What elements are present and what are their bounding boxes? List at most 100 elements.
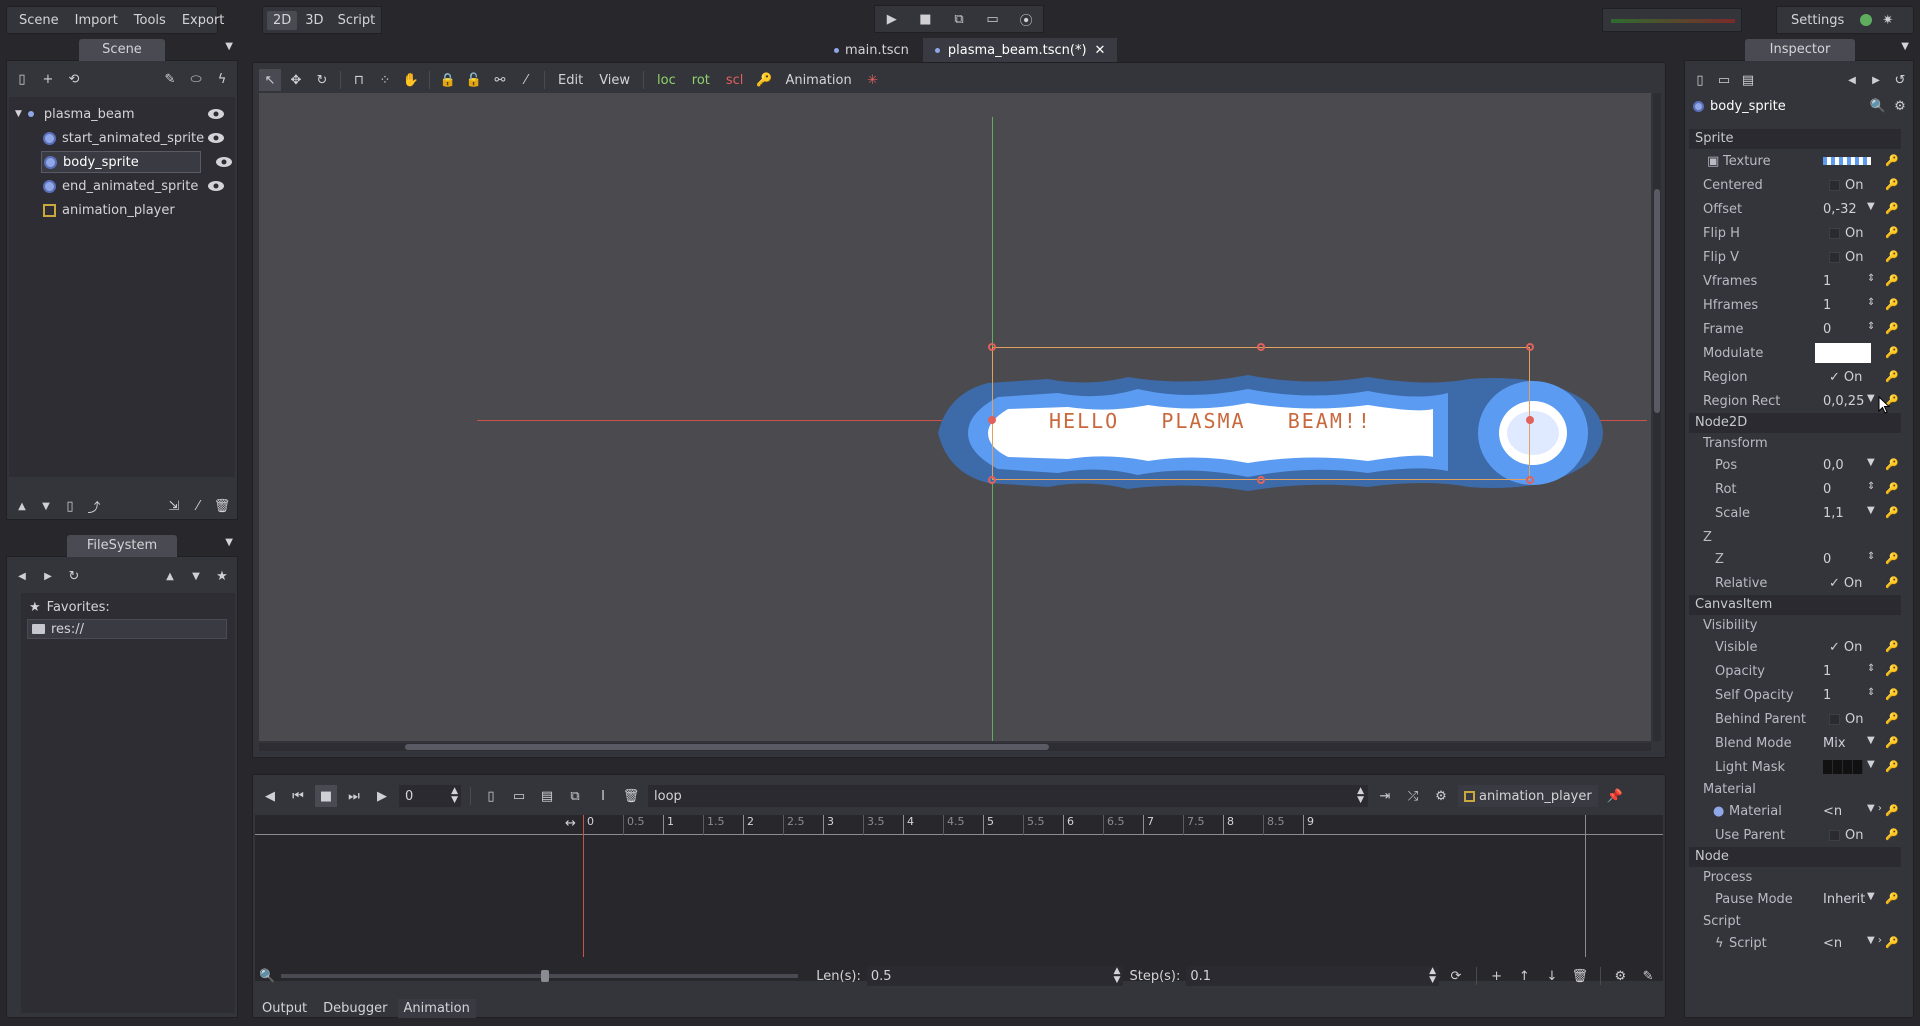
prop-vframes[interactable]: Vframes 1 ⇕ 🔑 [1689,271,1901,293]
use-parent-checkbox[interactable]: On [1829,828,1863,843]
selection-handle-bm[interactable] [1257,476,1265,484]
selection-handle-tr[interactable] [1526,343,1534,351]
visibility-eye-icon[interactable] [215,156,233,168]
key-icon[interactable]: 🔑 [1885,576,1899,589]
animation-tools-icon[interactable]: ⚙ [1430,785,1452,807]
visible-checkbox[interactable]: ✓ On [1829,640,1862,655]
track-up-icon[interactable]: ↑ [1513,965,1535,987]
selection-handle-br[interactable] [1526,476,1534,484]
down-icon[interactable]: ▼ [185,565,207,587]
viewport-v-scrollbar[interactable] [1653,93,1661,741]
script-icon[interactable]: ⁄ [187,495,209,517]
inspector-tab[interactable]: Inspector [1745,39,1855,61]
section-canvasitem[interactable]: CanvasItem [1689,595,1901,615]
key-icon[interactable]: 🔑 [1885,936,1899,949]
group-transform[interactable]: Transform [1689,433,1901,455]
key-icon[interactable]: 🔑 [1885,482,1899,495]
stop-animation-icon[interactable]: ■ [315,785,337,807]
zoom-slider[interactable] [281,970,799,982]
section-node[interactable]: Node [1689,847,1901,867]
prop-texture[interactable]: ▣ Texture 🔑 [1689,151,1901,173]
key-icon[interactable]: 🔑 [1885,226,1899,239]
prop-scale[interactable]: Scale 1,1 ▼ 🔑 [1689,503,1901,525]
hframes-value[interactable]: 1 [1823,298,1831,313]
canvas-2d[interactable]: HELLO PLASMA BEAM!! [259,93,1651,741]
prop-region[interactable]: Region ✓ On 🔑 [1689,367,1901,389]
move-tool-icon[interactable]: ✥ [285,69,307,91]
menu-scene[interactable]: Scene [13,11,65,30]
selection-handle-ml[interactable] [988,416,996,424]
key-rot-toggle[interactable]: rot [686,71,716,90]
spin-arrows-icon[interactable]: ▲ ▼ [451,787,458,805]
track-down-icon[interactable]: ↓ [1541,965,1563,987]
snap-icon[interactable]: ⁘ [374,69,396,91]
res-folder-row[interactable]: res:// [27,619,227,639]
instance-scene-icon[interactable]: ⟲ [63,68,85,90]
self-opacity-value[interactable]: 1 [1823,688,1831,703]
visibility-eye-icon[interactable] [207,132,225,144]
add-node-icon[interactable]: + [37,68,59,90]
prop-centered[interactable]: Centered On 🔑 [1689,175,1901,197]
spin-arrows-icon[interactable]: ▲ ▼ [1114,967,1121,985]
history-icon[interactable]: ↺ [1889,69,1911,91]
group-z[interactable]: Z [1689,527,1901,549]
ungroup-icon[interactable]: ⁄ [515,69,537,91]
key-icon[interactable]: 🔑 [1885,736,1899,749]
timeline[interactable]: ↔ 0 0.5 1 1.5 2 2.5 3 3.5 4 4.5 5 5.5 6 … [255,815,1663,981]
collapse-arrow-icon[interactable]: ▼ [15,109,22,119]
filesystem-menu-icon[interactable]: ▼ [225,537,233,548]
v-scrollbar-thumb[interactable] [1654,189,1660,413]
dropdown-arrow-icon[interactable]: ▼ [1867,393,1875,404]
blend-times-icon[interactable]: ⤮ [1402,785,1424,807]
pos-value[interactable]: 0,0 [1823,458,1844,473]
menu-import[interactable]: Import [69,11,124,30]
tab-output[interactable]: Output [256,999,313,1018]
history-back-icon[interactable]: ◀ [1841,69,1863,91]
edit-script-icon[interactable]: ✎ [159,68,181,90]
key-icon[interactable]: 🔑 [1885,346,1899,359]
prop-frame[interactable]: Frame 0 ⇕ 🔑 [1689,319,1901,341]
key-icon[interactable]: 🔑 [1885,552,1899,565]
prop-region-rect[interactable]: Region Rect 0,0,25 ▼ 🔑 [1689,391,1901,413]
tree-node-animation-player[interactable]: animation_player [9,199,235,221]
duplicate-icon[interactable]: ▯ [59,495,81,517]
visibility-eye-icon[interactable] [207,108,225,120]
key-icon[interactable]: 🔑 [1885,688,1899,701]
key-icon[interactable]: 🔑 [1885,712,1899,725]
settings-gear-icon[interactable]: ✷ [1882,13,1893,28]
len-spinbox[interactable]: 0.5 ▲ ▼ [866,966,1124,986]
key-icon[interactable]: 🔑 [1885,760,1899,773]
region-rect-value[interactable]: 0,0,25 [1823,394,1864,409]
spin-arrows-icon[interactable]: ⇕ [1867,297,1875,308]
new-scene-icon[interactable]: ▯ [11,68,33,90]
viewport-h-scrollbar[interactable] [259,743,1651,751]
dropdown-arrow-icon[interactable]: ▼ › [1867,803,1882,814]
z-value[interactable]: 0 [1823,552,1831,567]
prop-flip-v[interactable]: Flip V On 🔑 [1689,247,1901,269]
modulate-color-swatch[interactable] [1815,343,1871,363]
scene-dock-tab[interactable]: Scene [79,39,165,61]
prop-z[interactable]: Z 0 ⇕ 🔑 [1689,549,1901,571]
offset-value[interactable]: 0,-32 [1823,202,1857,217]
tree-node-start-sprite[interactable]: start_animated_sprite [9,127,235,149]
texture-preview[interactable] [1823,157,1871,165]
lock-icon[interactable]: 🔒 [437,69,459,91]
key-icon[interactable]: 🔑 [1885,202,1899,215]
save-resource-icon[interactable]: ▤ [1737,69,1759,91]
pin-icon[interactable]: 📌 [1604,785,1626,807]
tab-debugger[interactable]: Debugger [317,999,393,1018]
step-spinbox[interactable]: 0.1 ▲ ▼ [1186,966,1440,986]
opacity-value[interactable]: 1 [1823,664,1831,679]
key-icon[interactable]: 🔑 [1885,506,1899,519]
object-properties-icon[interactable]: ⚙ [1889,95,1911,117]
play-custom-icon[interactable]: ▭ [982,8,1004,30]
section-sprite[interactable]: Sprite [1689,129,1901,149]
open-resource-icon[interactable]: ▭ [1713,69,1735,91]
selection-handle-bl[interactable] [988,476,996,484]
dropdown-arrow-icon[interactable]: ▼ [1867,759,1875,770]
flip-h-checkbox[interactable]: On [1829,226,1863,241]
play-backwards-start-icon[interactable]: ⏮ [287,785,309,807]
tab-animation[interactable]: Animation [397,998,476,1018]
history-forward-icon[interactable]: ▶ [1865,69,1887,91]
scene-dock-menu-icon[interactable]: ▼ [225,41,233,52]
